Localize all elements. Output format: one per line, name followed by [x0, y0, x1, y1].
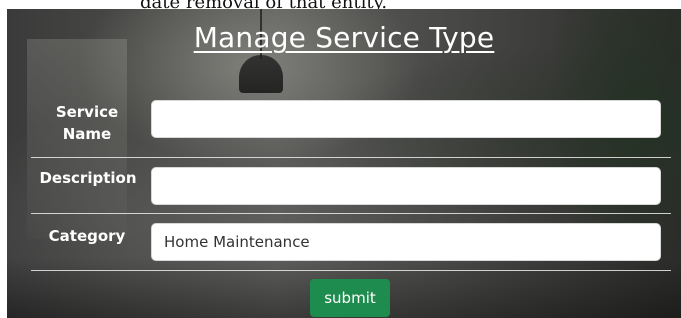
background-plant: [531, 9, 681, 318]
service-name-label: Service Name: [47, 101, 127, 145]
divider: [31, 213, 671, 214]
description-input[interactable]: [151, 167, 661, 205]
service-name-label-line2: Name: [62, 125, 112, 143]
service-name-input[interactable]: [151, 100, 661, 138]
divider: [31, 157, 671, 158]
description-label: Description: [39, 169, 137, 187]
service-name-label-line1: Service: [55, 103, 119, 121]
form-panel: Manage Service Type Service Name Descrip…: [7, 9, 681, 318]
form-title: Manage Service Type: [193, 21, 495, 54]
category-select[interactable]: Home Maintenance: [151, 223, 661, 261]
category-label: Category: [48, 227, 126, 245]
divider: [31, 270, 671, 271]
page: date removal of that entity. Manage Serv…: [0, 0, 681, 318]
background-lamp: [239, 55, 283, 93]
submit-button[interactable]: submit: [310, 279, 390, 317]
